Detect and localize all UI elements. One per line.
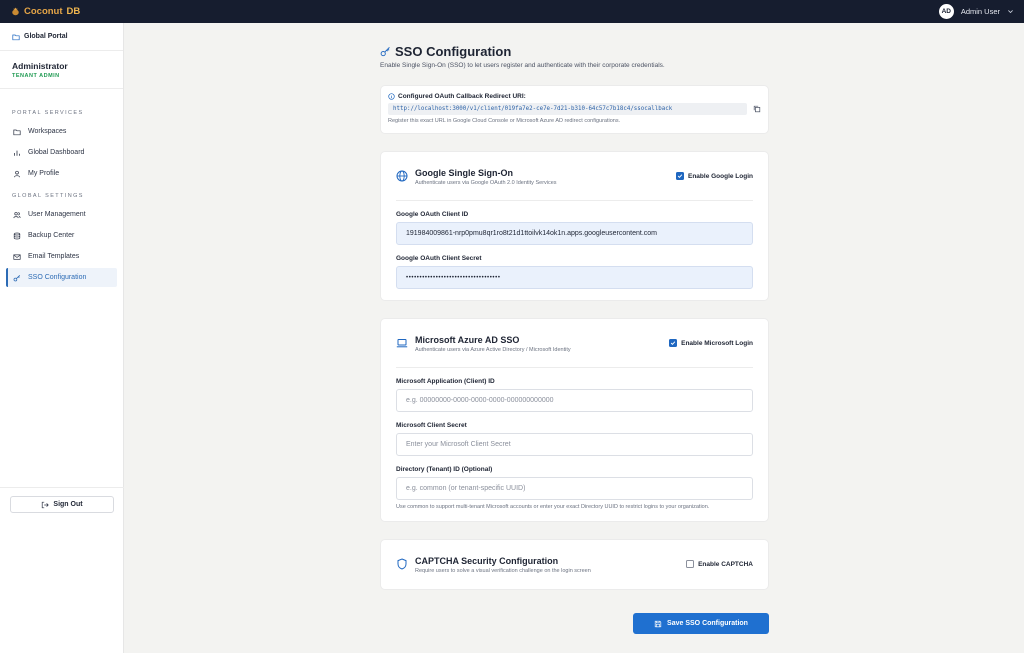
global-portal-label: Global Portal [24, 33, 68, 40]
microsoft-secret-input[interactable]: Enter your Microsoft Client Secret [396, 433, 753, 456]
globe-icon [396, 170, 408, 182]
sidebar-item-label: My Profile [28, 170, 60, 177]
role-title: Administrator [12, 61, 68, 71]
save-label: Save SSO Configuration [667, 620, 748, 627]
sidebar-item-label: Backup Center [28, 232, 75, 239]
enable-google-login-label: Enable Google Login [688, 172, 753, 180]
avatar[interactable]: AD [938, 4, 954, 19]
check-icon [677, 174, 683, 179]
tenant-badge: TENANT ADMIN [12, 73, 60, 79]
page-title: SSO Configuration [380, 44, 769, 59]
azure-sso-heading: Microsoft Azure AD SSO Authenticate user… [396, 335, 571, 353]
sign-out-label: Sign Out [53, 501, 83, 508]
enable-captcha-checkbox[interactable]: Enable CAPTCHA [686, 560, 753, 568]
section-global-settings: GLOBAL SETTINGS [12, 193, 84, 199]
role-block: Administrator TENANT ADMIN [0, 51, 123, 89]
sidebar-item-my-profile[interactable]: My Profile [6, 164, 117, 183]
info-icon [388, 93, 395, 100]
user-icon [14, 170, 20, 177]
azure-sso-subtitle: Authenticate users via Azure Active Dire… [415, 347, 571, 353]
google-client-secret-label: Google OAuth Client Secret [396, 255, 482, 262]
callback-url-row: http://localhost:3000/v1/client/019fa7e2… [388, 103, 761, 115]
top-bar: Coconut DB AD Admin User [0, 0, 1024, 23]
captcha-heading: CAPTCHA Security Configuration Require u… [396, 556, 591, 574]
user-name: Admin User [960, 7, 1000, 16]
google-sso-header: Google Single Sign-On Authenticate users… [396, 152, 753, 201]
captcha-header: CAPTCHA Security Configuration Require u… [396, 540, 753, 589]
chevron-down-icon [1008, 10, 1013, 14]
callback-url[interactable]: http://localhost:3000/v1/client/019fa7e2… [388, 103, 747, 115]
sidebar-item-backup-center[interactable]: Backup Center [6, 226, 117, 245]
callback-label-text: Configured OAuth Callback Redirect URI: [398, 93, 526, 100]
sidebar-item-sso-configuration[interactable]: SSO Configuration [6, 268, 117, 287]
microsoft-tenant-help: Use common to support multi-tenant Micro… [396, 504, 710, 510]
captcha-subtitle: Require users to solve a visual verifica… [415, 568, 591, 574]
page-title-text: SSO Configuration [395, 44, 512, 59]
brand-logo[interactable]: Coconut DB [11, 6, 80, 17]
checkbox-unchecked[interactable] [686, 560, 695, 568]
sidebar-item-label: Global Dashboard [28, 149, 85, 156]
brand-suffix: DB [66, 6, 81, 17]
sidebar-item-email-templates[interactable]: Email Templates [6, 247, 117, 266]
enable-captcha-label: Enable CAPTCHA [698, 560, 753, 568]
sidebar-item-workspaces[interactable]: Workspaces [6, 122, 117, 141]
callback-uri-card: Configured OAuth Callback Redirect URI: … [380, 85, 769, 134]
sidebar-item-label: SSO Configuration [28, 274, 87, 281]
user-menu[interactable]: AD Admin User [938, 4, 1014, 19]
logout-icon [42, 501, 50, 508]
folder-icon [13, 129, 21, 135]
sidebar-item-label: User Management [28, 211, 86, 218]
callback-help: Register this exact URL in Google Cloud … [388, 118, 621, 124]
sidebar: Global Portal Administrator TENANT ADMIN… [0, 23, 124, 653]
google-sso-heading: Google Single Sign-On Authenticate users… [396, 168, 557, 186]
key-icon [13, 274, 21, 281]
enable-google-login-checkbox[interactable]: Enable Google Login [676, 172, 753, 180]
google-sso-card: Google Single Sign-On Authenticate users… [380, 151, 769, 301]
brand-name: Coconut [24, 6, 63, 17]
enable-microsoft-login-label: Enable Microsoft Login [681, 339, 753, 347]
enable-microsoft-login-checkbox[interactable]: Enable Microsoft Login [669, 339, 753, 347]
google-sso-title: Google Single Sign-On [415, 168, 513, 178]
microsoft-app-id-label: Microsoft Application (Client) ID [396, 378, 495, 385]
microsoft-tenant-input[interactable]: e.g. common (or tenant-specific UUID) [396, 477, 753, 500]
save-sso-configuration-button[interactable]: Save SSO Configuration [633, 613, 769, 634]
microsoft-secret-label: Microsoft Client Secret [396, 422, 467, 429]
check-icon [670, 341, 676, 346]
captcha-title: CAPTCHA Security Configuration [415, 556, 559, 566]
sidebar-divider [0, 487, 124, 488]
database-icon [13, 232, 21, 239]
coconut-logo-icon [12, 7, 19, 16]
sidebar-item-label: Workspaces [28, 128, 67, 135]
folder-icon [12, 34, 20, 40]
checkbox-checked[interactable] [669, 339, 678, 347]
google-client-id-label: Google OAuth Client ID [396, 211, 469, 218]
google-client-secret-input[interactable]: ••••••••••••••••••••••••••••••••••• [396, 266, 753, 289]
save-icon [654, 620, 662, 627]
copy-icon[interactable] [753, 105, 761, 113]
sign-out-button[interactable]: Sign Out [10, 496, 114, 513]
checkbox-checked[interactable] [676, 172, 684, 180]
key-icon [380, 47, 390, 57]
sidebar-item-global-dashboard[interactable]: Global Dashboard [6, 143, 117, 162]
users-icon [13, 211, 21, 218]
microsoft-tenant-label: Directory (Tenant) ID (Optional) [396, 466, 493, 473]
main-content: SSO Configuration Enable Single Sign-On … [380, 23, 769, 634]
microsoft-app-id-input[interactable]: e.g. 00000000-0000-0000-0000-00000000000… [396, 389, 753, 412]
section-portal-services: PORTAL SERVICES [12, 110, 84, 116]
sidebar-item-user-management[interactable]: User Management [6, 205, 117, 224]
callback-label: Configured OAuth Callback Redirect URI: [388, 93, 761, 100]
page-description: Enable Single Sign-On (SSO) to let users… [380, 62, 665, 69]
shield-icon [397, 558, 407, 570]
azure-sso-header: Microsoft Azure AD SSO Authenticate user… [396, 319, 753, 368]
captcha-card: CAPTCHA Security Configuration Require u… [380, 539, 769, 590]
sidebar-item-label: Email Templates [28, 253, 80, 260]
bar-chart-icon [14, 150, 20, 156]
azure-sso-card: Microsoft Azure AD SSO Authenticate user… [380, 318, 769, 522]
laptop-icon [396, 339, 408, 348]
google-client-id-input[interactable]: 191984009861-nrp0pmu8qr1ro8t21d1ttoilvk1… [396, 222, 753, 245]
azure-sso-title: Microsoft Azure AD SSO [415, 335, 520, 345]
mail-icon [13, 253, 21, 260]
global-portal-link[interactable]: Global Portal [0, 23, 123, 51]
google-sso-subtitle: Authenticate users via Google OAuth 2.0 … [415, 180, 557, 186]
